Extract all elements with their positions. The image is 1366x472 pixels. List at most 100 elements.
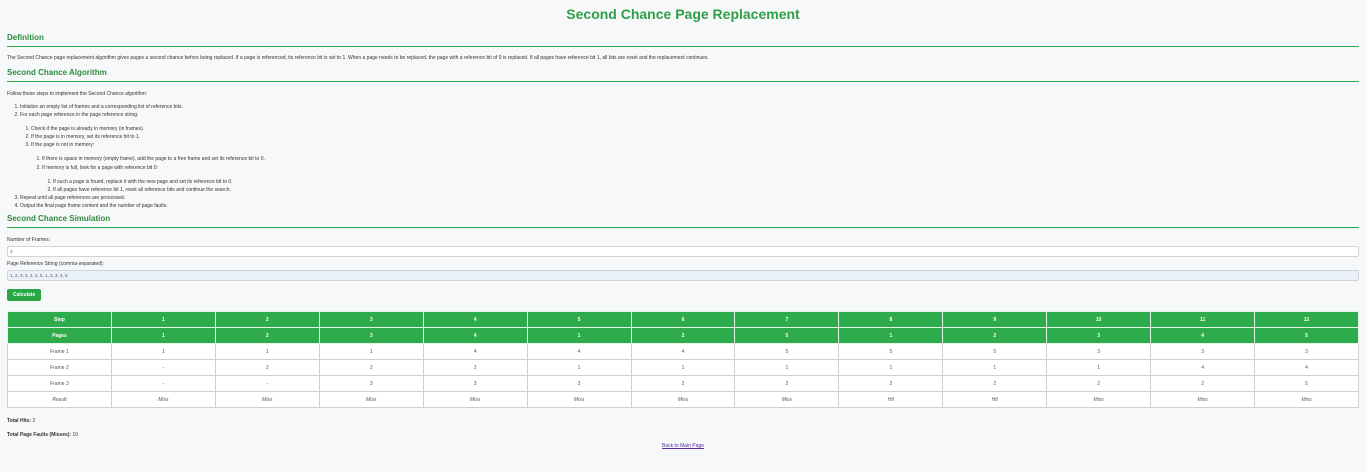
table-cell: 2 bbox=[630, 375, 736, 393]
table-cell: - bbox=[214, 375, 320, 393]
algorithm-intro: Follow these steps to implement the Seco… bbox=[7, 91, 148, 97]
row-label: Pages bbox=[7, 327, 112, 345]
algorithm-substep: If all pages have reference bit 1, reset… bbox=[53, 186, 1359, 194]
algorithm-substep: If memory is full, look for a page with … bbox=[42, 164, 1359, 194]
result-row: Result Miss Miss Miss Miss Miss Miss Miss Hit Hit… bbox=[7, 391, 1359, 409]
table-cell: 7 bbox=[734, 311, 840, 329]
table-cell: 2 bbox=[422, 359, 528, 377]
table-cell: Miss bbox=[1254, 391, 1359, 409]
table-cell: 5 bbox=[734, 343, 840, 361]
back-to-main-link[interactable]: Back to Main Page bbox=[662, 443, 704, 449]
calculate-button[interactable]: Calculate bbox=[7, 289, 42, 302]
table-cell: 9 bbox=[942, 311, 1048, 329]
table-cell: 3 bbox=[422, 375, 528, 393]
table-cell: 3 bbox=[1254, 343, 1359, 361]
table-cell: 1 bbox=[526, 359, 632, 377]
row-label: Frame 1 bbox=[7, 343, 112, 361]
table-cell: 1 bbox=[630, 359, 736, 377]
table-cell: 3 bbox=[1046, 327, 1152, 345]
frame-row: Frame 2-22211111144 bbox=[7, 359, 1359, 377]
table-cell: 1 bbox=[734, 359, 840, 377]
table-cell: 1 bbox=[110, 343, 216, 361]
algorithm-steps: Initialize an empty list of frames and a… bbox=[7, 103, 1359, 210]
table-cell: 5 bbox=[526, 311, 632, 329]
algorithm-step: Initialize an empty list of frames and a… bbox=[20, 103, 1359, 111]
table-cell: 2 bbox=[630, 327, 736, 345]
table-cell: Miss bbox=[734, 391, 840, 409]
table-cell: 1 bbox=[942, 359, 1048, 377]
table-cell: 1 bbox=[838, 327, 944, 345]
row-label: Step bbox=[7, 311, 112, 329]
table-cell: - bbox=[110, 359, 216, 377]
table-cell: 2 bbox=[214, 359, 320, 377]
table-cell: 4 bbox=[526, 343, 632, 361]
table-cell: 1 bbox=[110, 311, 216, 329]
table-cell: Miss bbox=[526, 391, 632, 409]
table-cell: 10 bbox=[1046, 311, 1152, 329]
algorithm-substep: If such a page is found, replace it with… bbox=[53, 178, 1359, 186]
table-cell: 4 bbox=[1254, 359, 1359, 377]
frame-row: Frame 1111444555333 bbox=[7, 343, 1359, 361]
table-cell: 4 bbox=[1150, 359, 1256, 377]
table-cell: 4 bbox=[422, 343, 528, 361]
definition-heading: Definition bbox=[7, 33, 1359, 47]
table-cell: 5 bbox=[942, 343, 1048, 361]
table-cell: Miss bbox=[110, 391, 216, 409]
table-cell: 2 bbox=[1046, 375, 1152, 393]
page-title: Second Chance Page Replacement bbox=[566, 6, 800, 22]
algorithm-step: Output the final page frame content and … bbox=[20, 202, 1359, 210]
algorithm-step: Repeat until all page references are pro… bbox=[20, 194, 1359, 202]
table-cell: 3 bbox=[318, 311, 424, 329]
definition-text: The Second Chance page replacement algor… bbox=[7, 55, 709, 61]
table-cell: 2 bbox=[734, 375, 840, 393]
table-cell: Miss bbox=[422, 391, 528, 409]
table-cell: 3 bbox=[318, 327, 424, 345]
table-cell: 1 bbox=[318, 343, 424, 361]
table-cell: 1 bbox=[1046, 359, 1152, 377]
algorithm-substep: If there is space in memory (empty frame… bbox=[42, 155, 1359, 163]
frames-label: Number of Frames: bbox=[7, 237, 51, 244]
table-cell: 2 bbox=[214, 327, 320, 345]
table-cell: 6 bbox=[630, 311, 736, 329]
step-row: Step 1 2 3 4 5 6 7 8 9 10 11 12 bbox=[7, 311, 1359, 329]
pages-row: Pages 1 2 3 4 1 2 5 1 2 3 4 5 bbox=[7, 327, 1359, 345]
table-cell: 5 bbox=[1254, 375, 1359, 393]
table-cell: 2 bbox=[838, 375, 944, 393]
table-cell: 1 bbox=[526, 327, 632, 345]
table-cell: 3 bbox=[318, 375, 424, 393]
table-cell: Miss bbox=[1150, 391, 1256, 409]
frame-row: Frame 3--3332222225 bbox=[7, 375, 1359, 393]
table-cell: Hit bbox=[942, 391, 1048, 409]
table-cell: Miss bbox=[318, 391, 424, 409]
table-cell: Miss bbox=[630, 391, 736, 409]
total-faults: Total Page Faults (Misses): 10 bbox=[7, 432, 79, 439]
reference-string-label: Page Reference String (comma-separated): bbox=[7, 261, 104, 268]
table-cell: 2 bbox=[1150, 375, 1256, 393]
table-cell: 2 bbox=[214, 311, 320, 329]
frames-input[interactable] bbox=[7, 246, 1359, 258]
table-cell: 3 bbox=[526, 375, 632, 393]
table-cell: 5 bbox=[734, 327, 840, 345]
row-label: Frame 3 bbox=[7, 375, 112, 393]
simulation-heading: Second Chance Simulation bbox=[7, 214, 1359, 229]
table-cell: 1 bbox=[838, 359, 944, 377]
algorithm-substep: Check if the page is already in memory (… bbox=[31, 125, 1359, 133]
reference-string-input[interactable] bbox=[7, 270, 1359, 282]
table-cell: 2 bbox=[318, 359, 424, 377]
table-cell: 5 bbox=[838, 343, 944, 361]
algorithm-section: Second Chance Algorithm Follow these ste… bbox=[7, 68, 1359, 210]
table-cell: 4 bbox=[630, 343, 736, 361]
algorithm-substep: If the page is not in memory: If there i… bbox=[31, 141, 1359, 193]
results-table: Step 1 2 3 4 5 6 7 8 9 10 11 12 Pages 1 2 3 4 1 2 5 1 2 3 4 5 Fram… bbox=[7, 311, 1359, 409]
table-cell: Miss bbox=[214, 391, 320, 409]
row-label: Frame 2 bbox=[7, 359, 112, 377]
table-cell: 2 bbox=[942, 375, 1048, 393]
table-cell: 3 bbox=[1046, 343, 1152, 361]
summary: Total Hits: 2 Total Page Faults (Misses)… bbox=[7, 414, 1359, 442]
table-cell: 4 bbox=[422, 311, 528, 329]
table-cell: Miss bbox=[1046, 391, 1152, 409]
algorithm-substep: If the page is in memory, set its refere… bbox=[31, 133, 1359, 141]
algorithm-step: For each page reference in the page refe… bbox=[20, 111, 1359, 194]
table-cell: 4 bbox=[1150, 327, 1256, 345]
table-cell: 5 bbox=[1254, 327, 1359, 345]
